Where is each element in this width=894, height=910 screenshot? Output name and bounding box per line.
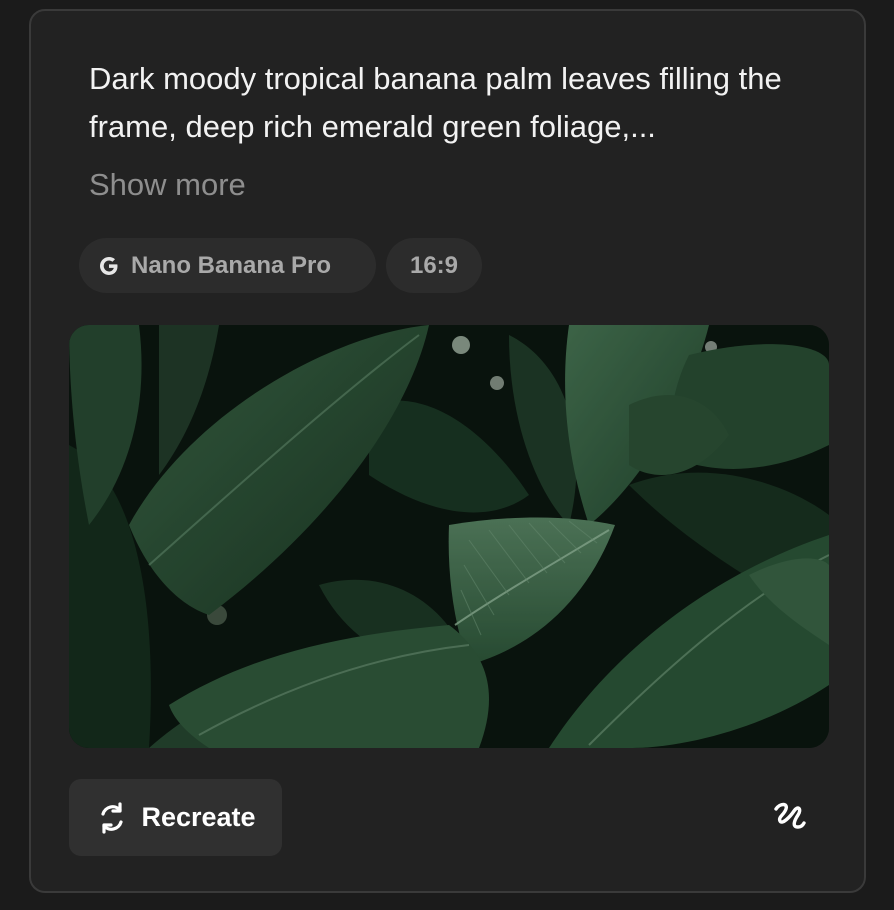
- generated-image[interactable]: [69, 325, 829, 748]
- model-chip[interactable]: Nano Banana Pro: [79, 238, 376, 293]
- recreate-label: Recreate: [141, 802, 256, 832]
- google-g-icon: [97, 254, 121, 278]
- refresh-icon: [95, 801, 129, 835]
- squiggle-icon: [770, 795, 810, 840]
- prompt-text: Dark moody tropical banana palm leaves f…: [89, 61, 782, 144]
- banana-leaves-illustration: [69, 325, 829, 748]
- prompt-card: Dark moody tropical banana palm leaves f…: [29, 9, 866, 893]
- aspect-ratio-label: 16:9: [409, 251, 459, 279]
- remix-button[interactable]: [766, 793, 814, 841]
- show-more-link[interactable]: Show more: [89, 163, 246, 207]
- model-label: Nano Banana Pro: [131, 251, 332, 279]
- recreate-button[interactable]: Recreate: [69, 779, 282, 856]
- aspect-ratio-chip[interactable]: 16:9: [386, 238, 482, 293]
